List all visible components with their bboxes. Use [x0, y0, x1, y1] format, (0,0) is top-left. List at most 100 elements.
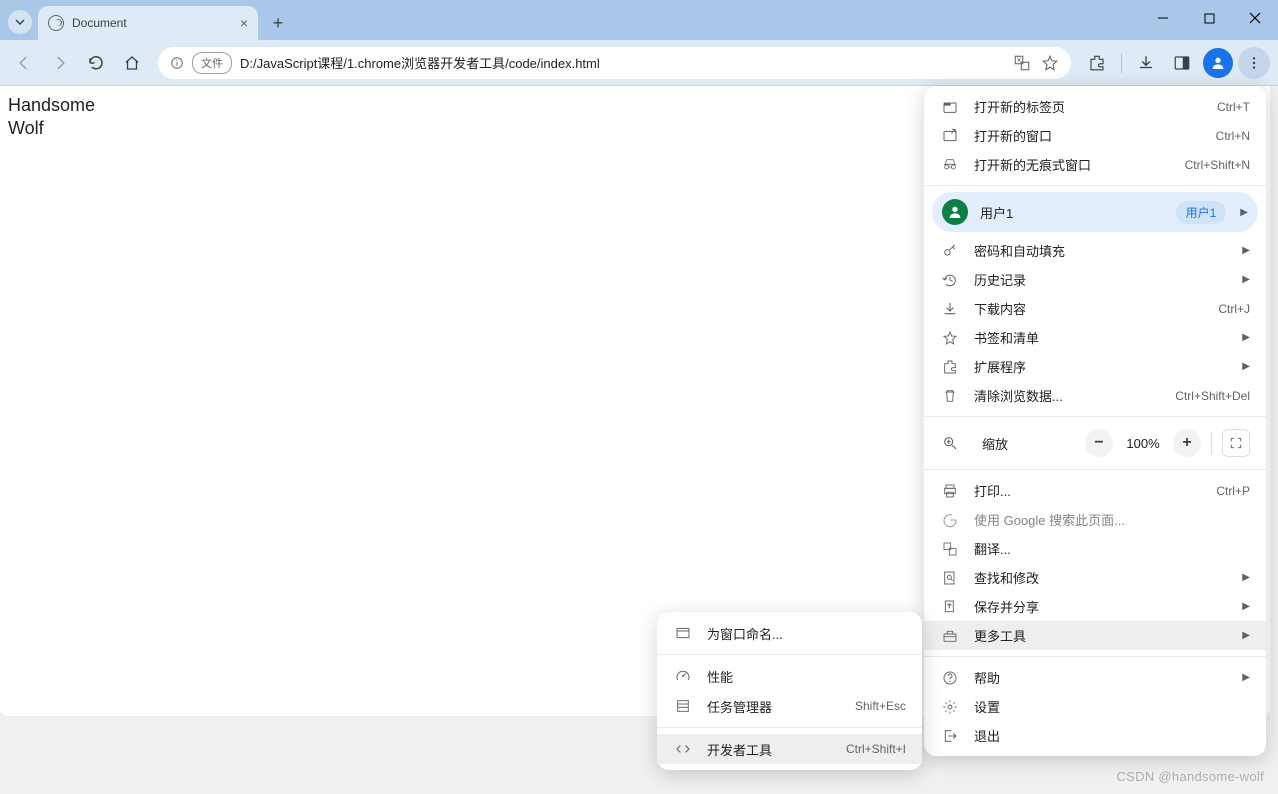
- menu-help[interactable]: 帮助 ▶: [924, 663, 1266, 692]
- submenu-task-manager[interactable]: 任务管理器 Shift+Esc: [657, 691, 922, 721]
- more-tools-submenu: 为窗口命名... 性能 任务管理器 Shift+Esc 开发者工具 Ctrl+S…: [657, 612, 922, 770]
- submenu-name-window[interactable]: 为窗口命名...: [657, 618, 922, 648]
- menu-settings[interactable]: 设置: [924, 692, 1266, 721]
- forward-button[interactable]: [44, 47, 76, 79]
- main-menu-button[interactable]: [1238, 47, 1270, 79]
- window-icon: [673, 625, 693, 641]
- menu-bookmarks[interactable]: 书签和清单 ▶: [924, 323, 1266, 352]
- window-icon: [940, 128, 960, 144]
- zoom-percent: 100%: [1121, 436, 1165, 451]
- share-icon: [940, 599, 960, 615]
- user-badge: 用户1: [1176, 201, 1227, 224]
- menu-find-edit[interactable]: 查找和修改 ▶: [924, 563, 1266, 592]
- help-icon: [940, 670, 960, 686]
- menu-print[interactable]: 打印... Ctrl+P: [924, 476, 1266, 505]
- zoom-icon: [940, 435, 960, 451]
- tab-icon: [940, 99, 960, 115]
- url-text: D:/JavaScript课程/1.chrome浏览器开发者工具/code/in…: [240, 53, 1005, 72]
- menu-separator: [924, 185, 1266, 186]
- globe-icon: [48, 15, 64, 31]
- menu-zoom: 缩放 − 100% +: [924, 423, 1266, 463]
- menu-separator: [924, 416, 1266, 417]
- menu-clear-data[interactable]: 清除浏览数据... Ctrl+Shift+Del: [924, 381, 1266, 410]
- menu-exit[interactable]: 退出: [924, 721, 1266, 750]
- submenu-dev-tools[interactable]: 开发者工具 Ctrl+Shift+I: [657, 734, 922, 764]
- separator: [1211, 432, 1212, 454]
- back-button[interactable]: [8, 47, 40, 79]
- tab-title: Document: [72, 16, 232, 30]
- menu-save-share[interactable]: 保存并分享 ▶: [924, 592, 1266, 621]
- translate-icon[interactable]: [1013, 54, 1031, 72]
- chevron-right-icon: ▶: [1240, 207, 1248, 218]
- close-window-button[interactable]: [1232, 0, 1278, 36]
- incognito-icon: [940, 157, 960, 173]
- avatar-icon: [942, 199, 968, 225]
- submenu-performance[interactable]: 性能: [657, 661, 922, 691]
- code-icon: [673, 741, 693, 757]
- main-menu: 打开新的标签页 Ctrl+T 打开新的窗口 Ctrl+N 打开新的无痕式窗口 C…: [924, 86, 1266, 756]
- puzzle-icon: [940, 359, 960, 375]
- star-icon: [940, 330, 960, 346]
- new-tab-button[interactable]: +: [264, 9, 292, 37]
- menu-separator: [657, 727, 922, 728]
- home-button[interactable]: [116, 47, 148, 79]
- bookmark-star-icon[interactable]: [1041, 54, 1059, 72]
- toolbar: 文件 D:/JavaScript课程/1.chrome浏览器开发者工具/code…: [0, 40, 1278, 86]
- chevron-right-icon: ▶: [1242, 672, 1250, 683]
- menu-downloads[interactable]: 下载内容 Ctrl+J: [924, 294, 1266, 323]
- menu-user-row[interactable]: 用户1 用户1 ▶: [932, 192, 1258, 232]
- menu-separator: [924, 469, 1266, 470]
- toolbox-icon: [940, 628, 960, 644]
- gear-icon: [940, 699, 960, 715]
- menu-separator: [924, 656, 1266, 657]
- zoom-in-button[interactable]: +: [1173, 429, 1201, 457]
- translate-icon: [940, 541, 960, 557]
- extensions-button[interactable]: [1081, 47, 1113, 79]
- history-icon: [940, 272, 960, 288]
- extension-icons: [1081, 47, 1270, 79]
- google-icon: [940, 512, 960, 528]
- menu-separator: [657, 654, 922, 655]
- profile-button[interactable]: [1202, 47, 1234, 79]
- speed-icon: [673, 668, 693, 684]
- chevron-right-icon: ▶: [1242, 630, 1250, 641]
- minimize-button[interactable]: [1140, 0, 1186, 36]
- trash-icon: [940, 388, 960, 404]
- browser-tab[interactable]: Document ×: [38, 6, 258, 40]
- menu-google-search[interactable]: 使用 Google 搜索此页面...: [924, 505, 1266, 534]
- menu-more-tools[interactable]: 更多工具 ▶: [924, 621, 1266, 650]
- tab-search-button[interactable]: [8, 10, 32, 34]
- info-icon: [170, 56, 184, 70]
- chevron-right-icon: ▶: [1242, 245, 1250, 256]
- chevron-right-icon: ▶: [1242, 332, 1250, 343]
- chevron-right-icon: ▶: [1242, 601, 1250, 612]
- reload-button[interactable]: [80, 47, 112, 79]
- address-bar[interactable]: 文件 D:/JavaScript课程/1.chrome浏览器开发者工具/code…: [158, 47, 1071, 79]
- zoom-out-button[interactable]: −: [1085, 429, 1113, 457]
- downloads-button[interactable]: [1130, 47, 1162, 79]
- side-panel-button[interactable]: [1166, 47, 1198, 79]
- watermark: CSDN @handsome-wolf: [1116, 769, 1264, 784]
- chevron-right-icon: ▶: [1242, 361, 1250, 372]
- window-controls: [1140, 0, 1278, 36]
- key-icon: [940, 243, 960, 259]
- file-chip: 文件: [192, 52, 232, 74]
- fullscreen-button[interactable]: [1222, 429, 1250, 457]
- menu-new-window[interactable]: 打开新的窗口 Ctrl+N: [924, 121, 1266, 150]
- menu-translate[interactable]: 翻译...: [924, 534, 1266, 563]
- menu-new-tab[interactable]: 打开新的标签页 Ctrl+T: [924, 92, 1266, 121]
- print-icon: [940, 483, 960, 499]
- task-icon: [673, 698, 693, 714]
- maximize-button[interactable]: [1186, 0, 1232, 36]
- find-icon: [940, 570, 960, 586]
- chevron-right-icon: ▶: [1242, 274, 1250, 285]
- chevron-right-icon: ▶: [1242, 572, 1250, 583]
- close-tab-button[interactable]: ×: [240, 15, 248, 31]
- menu-extensions[interactable]: 扩展程序 ▶: [924, 352, 1266, 381]
- download-icon: [940, 301, 960, 317]
- separator: [1121, 53, 1122, 73]
- menu-history[interactable]: 历史记录 ▶: [924, 265, 1266, 294]
- menu-incognito[interactable]: 打开新的无痕式窗口 Ctrl+Shift+N: [924, 150, 1266, 179]
- menu-passwords[interactable]: 密码和自动填充 ▶: [924, 236, 1266, 265]
- exit-icon: [940, 728, 960, 744]
